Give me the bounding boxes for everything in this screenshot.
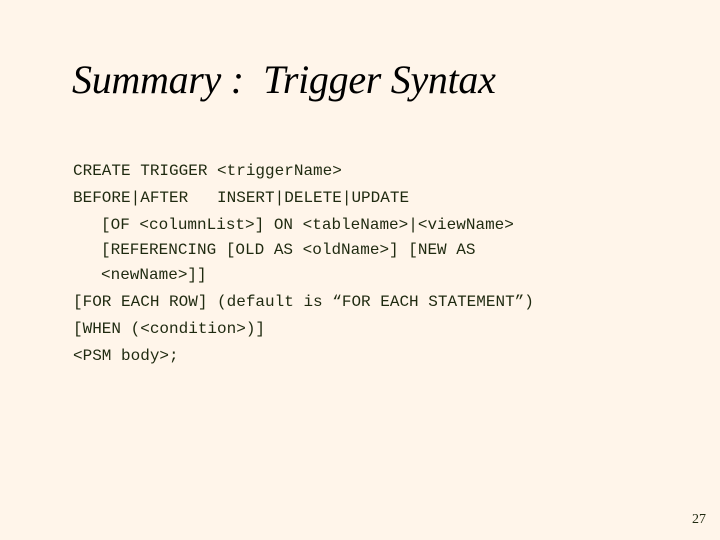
slide-title: Summary : Trigger Syntax bbox=[72, 57, 496, 102]
page-number: 27 bbox=[692, 512, 706, 527]
trigger-syntax-code-block: CREATE TRIGGER <triggerName> BEFORE|AFTE… bbox=[73, 158, 534, 370]
code-line-when-condition: [WHEN (<condition>)] bbox=[73, 320, 266, 338]
code-line-referencing: [REFERENCING [OLD AS <oldName>] [NEW AS bbox=[101, 241, 476, 259]
code-line-psm-body: <PSM body>; bbox=[73, 347, 179, 365]
code-line-before-after: BEFORE|AFTER INSERT|DELETE|UPDATE bbox=[73, 189, 410, 207]
code-line-for-each-row: [FOR EACH ROW] (default is “FOR EACH STA… bbox=[73, 293, 534, 311]
code-line-new-name: <newName>]] bbox=[101, 266, 207, 284]
code-line-create-trigger: CREATE TRIGGER <triggerName> bbox=[73, 162, 342, 180]
slide: Summary : Trigger Syntax CREATE TRIGGER … bbox=[0, 0, 720, 540]
code-line-of-column-list: [OF <columnList>] ON <tableName>|<viewNa… bbox=[101, 216, 514, 234]
